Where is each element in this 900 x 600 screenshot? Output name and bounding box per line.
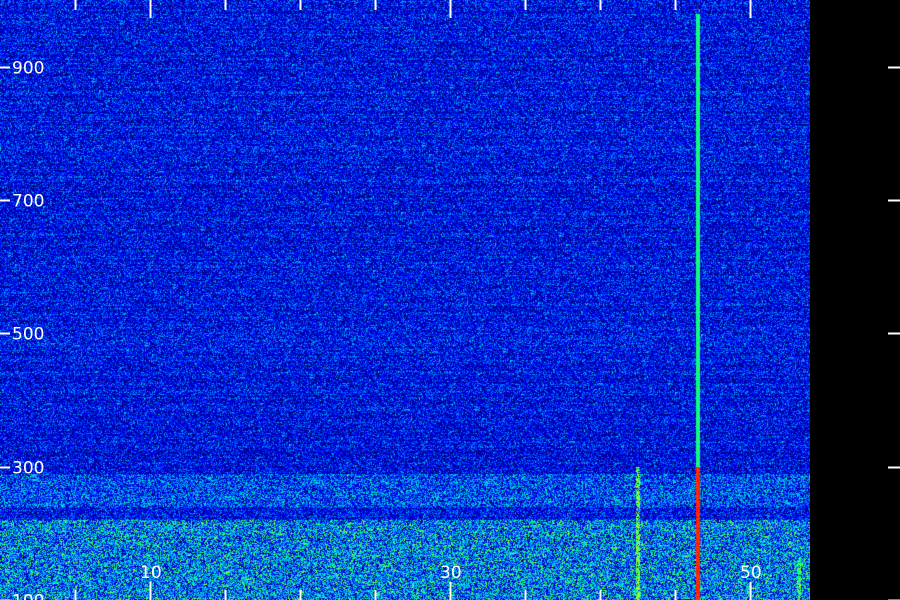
y-tick-label: 100 bbox=[12, 592, 44, 600]
x-tick-label: 10 bbox=[140, 563, 162, 583]
y-tick-label: 500 bbox=[12, 325, 44, 345]
y-tick-label: 700 bbox=[12, 192, 44, 212]
spectrogram-chart: 10 30 50 100 300 500 700 900 bbox=[0, 0, 900, 600]
x-tick-label: 30 bbox=[440, 563, 462, 583]
chart-axes: 10 30 50 100 300 500 700 900 bbox=[0, 0, 900, 600]
x-tick-label: 50 bbox=[740, 563, 762, 583]
y-tick-label: 300 bbox=[12, 459, 44, 479]
y-tick-label: 900 bbox=[12, 59, 44, 79]
